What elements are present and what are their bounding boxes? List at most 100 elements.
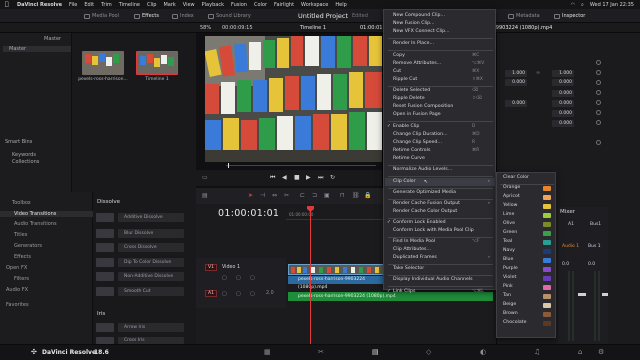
cat-titles[interactable]: Titles (14, 232, 27, 238)
viewer-video-frame[interactable] (205, 36, 382, 162)
color-lime[interactable]: Lime (503, 212, 514, 217)
viewer-mode-icon[interactable]: ▭ (202, 174, 208, 181)
zoom-y-field[interactable]: 1.000 (552, 70, 574, 77)
reset-icon[interactable] (596, 100, 601, 105)
audio-solo-icon[interactable]: ▢ (236, 291, 241, 297)
index-tab[interactable]: Index (172, 13, 194, 19)
audio-track-badge[interactable]: A1 (205, 290, 217, 297)
menu-clip-attributes[interactable]: Clip Attributes... (393, 247, 431, 252)
fx-cross-dissolve[interactable]: Cross Dissolve (118, 243, 184, 252)
clip-thumbnail[interactable] (82, 51, 124, 75)
fairlight-page-icon[interactable]: ♫ (534, 348, 540, 356)
trim-tool-icon[interactable]: ⊣ (260, 192, 265, 199)
menu-fusion[interactable]: Fusion (231, 2, 247, 8)
search-icon[interactable]: ⌕ (581, 2, 584, 8)
menu-retime-curve[interactable]: Retime Curve (393, 156, 425, 161)
reset-icon[interactable] (596, 80, 601, 85)
fx-non-additive-dissolve[interactable]: Non-Additive Dissolve (118, 272, 184, 281)
yaw-field[interactable]: 0.000 (552, 120, 574, 127)
cut-page-icon[interactable]: ✂ (318, 348, 324, 356)
menu-display-audio-channels[interactable]: Display Individual Audio Channels (393, 277, 473, 282)
linked-selection-icon[interactable]: ⛓ (352, 192, 360, 199)
mixer-fader-a1[interactable] (578, 293, 586, 296)
reset-icon[interactable] (596, 60, 601, 65)
fx-cross-iris[interactable]: Cross Iris (118, 337, 184, 344)
color-violet[interactable]: Violet (503, 275, 516, 280)
menu-ripple-delete[interactable]: Ripple Delete (393, 96, 425, 101)
color-pink[interactable]: Pink (503, 284, 513, 289)
menu-change-clip-speed[interactable]: Change Clip Speed... (393, 140, 442, 145)
menu-generate-optimized-media[interactable]: Generate Optimized Media (393, 190, 456, 195)
sound-library-tab[interactable]: Sound Library (208, 13, 251, 19)
fx-blur-dissolve[interactable]: Blur Dissolve (118, 229, 184, 238)
viewer-scrub-handle[interactable] (228, 163, 229, 168)
color-chocolate[interactable]: Chocolate (503, 320, 526, 325)
metadata-tab[interactable]: Metadata (508, 13, 540, 19)
viewer-scrubber[interactable] (226, 165, 376, 166)
cat-generators[interactable]: Generators (14, 243, 42, 249)
selection-tool-icon[interactable]: ➤ (248, 192, 253, 199)
media-page-icon[interactable]: ▦ (264, 348, 271, 356)
position-x-field[interactable]: 0.000 (505, 79, 527, 86)
position-lock-icon[interactable]: 🔒 (364, 192, 371, 199)
cat-effects[interactable]: Effects (14, 254, 31, 260)
playhead[interactable] (310, 206, 311, 344)
menu-edit[interactable]: Edit (84, 2, 94, 8)
rotation-field[interactable]: 0.000 (552, 90, 574, 97)
reset-icon[interactable] (596, 140, 601, 145)
track-enable-icon[interactable]: ▢ (250, 275, 255, 281)
color-brown[interactable]: Brown (503, 311, 518, 316)
blade-tool-icon[interactable]: ✂ (284, 192, 289, 199)
color-orange[interactable]: Orange (503, 185, 520, 190)
fx-additive-dissolve[interactable]: Additive Dissolve (118, 213, 184, 222)
color-blue[interactable]: Blue (503, 257, 513, 262)
color-teal[interactable]: Teal (503, 239, 512, 244)
menu-fairlight[interactable]: Fairlight (274, 2, 294, 8)
video-track-name[interactable]: Video 1 (222, 265, 240, 270)
menu-copy[interactable]: Copy (393, 53, 405, 58)
menu-workspace[interactable]: Workspace (301, 2, 328, 8)
dynamic-trim-icon[interactable]: ⇔ (272, 192, 277, 199)
viewer-zoom[interactable]: 58% (200, 25, 211, 31)
menu-find-in-media-pool[interactable]: Find In Media Pool (393, 239, 435, 244)
play-icon[interactable]: ▶ (306, 174, 311, 181)
cat-filters[interactable]: Filters (14, 276, 29, 282)
timeline-ruler[interactable] (286, 206, 386, 220)
color-olive[interactable]: Olive (503, 221, 515, 226)
cat-audio-transitions[interactable]: Audio Transitions (14, 221, 57, 227)
menu-timeline[interactable]: Timeline (119, 2, 140, 8)
menu-render-cache-fusion[interactable]: Render Cache Fusion Output (393, 201, 460, 206)
settings-icon[interactable]: ⚙ (598, 348, 604, 356)
position-y-field[interactable]: 0.000 (552, 79, 574, 86)
fx-arrow-iris[interactable]: Arrow Iris (118, 323, 184, 332)
reset-icon[interactable] (596, 110, 601, 115)
menu-delete-selected[interactable]: Delete Selected (393, 88, 430, 93)
open-fx-header[interactable]: Open FX (6, 265, 27, 271)
menu-enable-clip[interactable]: Enable Clip (393, 124, 419, 129)
menu-mark[interactable]: Mark (163, 2, 175, 8)
pitch-field[interactable]: 0.000 (552, 110, 574, 117)
menu-app[interactable]: DaVinci Resolve (17, 2, 62, 8)
track-lock-icon[interactable]: ▢ (222, 275, 227, 281)
favorites-header[interactable]: Favorites (6, 302, 29, 308)
menu-conform-lock-enabled[interactable]: Conform Lock Enabled (393, 220, 446, 225)
color-purple[interactable]: Purple (503, 266, 518, 271)
replace-icon[interactable]: ▣ (324, 192, 330, 199)
audio-fx-header[interactable]: Audio FX (6, 287, 28, 293)
menu-playback[interactable]: Playback (202, 2, 224, 8)
bin-master[interactable]: Master (3, 46, 71, 52)
menu-render-in-place[interactable]: Render In Place... (393, 41, 434, 46)
inspector-tab[interactable]: Inspector (554, 13, 585, 19)
play-reverse-icon[interactable]: ◀ (282, 174, 287, 181)
timeline-thumbnail[interactable] (136, 51, 178, 75)
snapping-icon[interactable]: ⊓ (340, 192, 345, 199)
color-clear[interactable]: Clear Color (503, 175, 529, 180)
menu-color[interactable]: Color (254, 2, 267, 8)
media-pool-tab[interactable]: Media Pool (84, 13, 119, 19)
layout-icon[interactable]: ▤ (202, 192, 208, 199)
home-icon[interactable]: ⌂ (578, 348, 582, 356)
color-green[interactable]: Green (503, 230, 517, 235)
menu-link-clips[interactable]: Link Clips (393, 289, 415, 294)
color-apricot[interactable]: Apricot (503, 194, 520, 199)
menu-reset-fusion-composition[interactable]: Reset Fusion Composition (393, 104, 453, 109)
